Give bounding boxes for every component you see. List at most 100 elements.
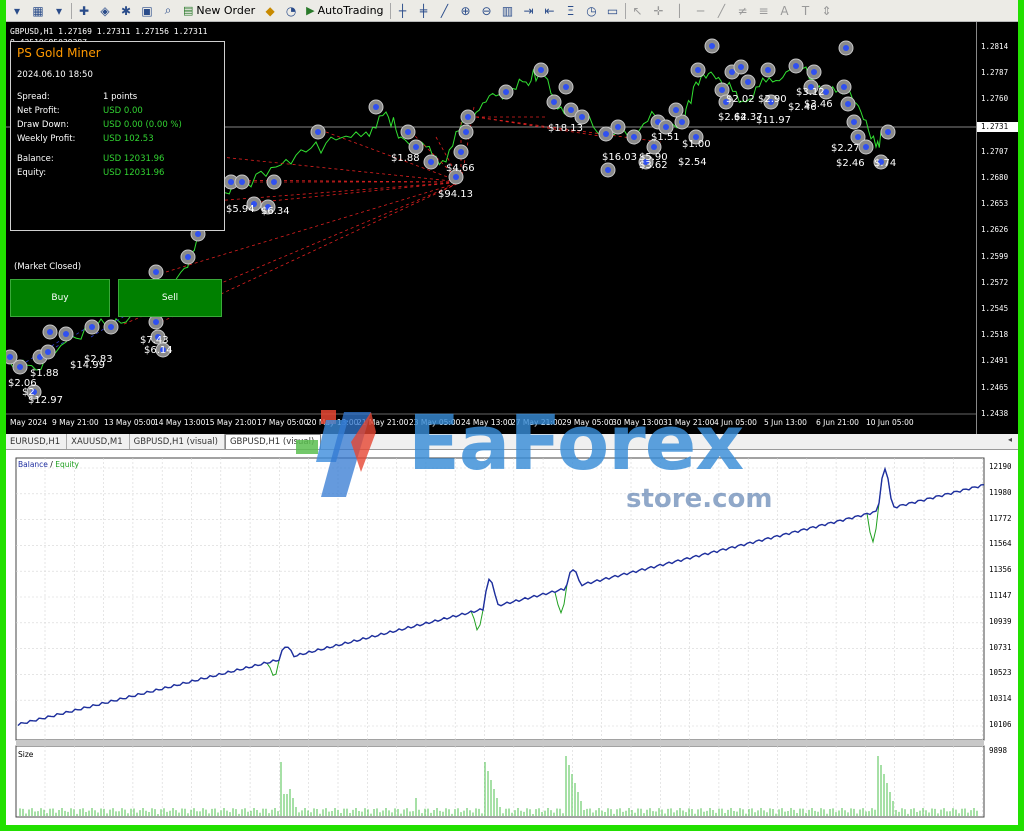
trade-marker-icon[interactable] — [58, 326, 74, 342]
trade-marker-icon[interactable] — [858, 139, 874, 155]
price-label: 1.2491 — [981, 356, 1009, 366]
trade-marker-icon[interactable] — [626, 129, 642, 145]
trade-marker-icon[interactable] — [574, 109, 590, 125]
tab-gbpusd-visual-2[interactable]: GBPUSD,H1 (visual) — [224, 434, 322, 449]
terminal-window: ▾ ▦ ▾ ✚ ◈ ✱ ▣ ⌕ ▤ New Order ◆ ◔ ▶ AutoTr… — [6, 0, 1018, 825]
trade-marker-icon[interactable] — [668, 102, 684, 118]
graph-y-label: 10939 — [989, 616, 1012, 626]
arrows-tool-icon[interactable]: ⇕ — [818, 2, 836, 20]
navigator-icon[interactable]: ✱ — [117, 2, 135, 20]
symbol-ohlc: GBPUSD,H1 1.27169 1.27311 1.27156 1.2731… — [10, 27, 208, 36]
trade-marker-icon[interactable] — [740, 74, 756, 90]
toolbar: ▾ ▦ ▾ ✚ ◈ ✱ ▣ ⌕ ▤ New Order ◆ ◔ ▶ AutoTr… — [6, 0, 1018, 22]
signals-icon[interactable]: ◔ — [282, 2, 300, 20]
market-watch-icon[interactable]: ✚ — [75, 2, 93, 20]
profit-label: $6.14 — [144, 345, 173, 356]
price-chart[interactable]: GBPUSD,H1 1.27169 1.27311 1.27156 1.2731… — [6, 22, 1018, 434]
trade-marker-icon[interactable] — [103, 319, 119, 335]
trade-marker-icon[interactable] — [453, 144, 469, 160]
trade-marker-icon[interactable] — [558, 79, 574, 95]
line-chart-icon[interactable]: ╱ — [436, 2, 454, 20]
data-window-icon[interactable]: ◈ — [96, 2, 114, 20]
trendline-icon[interactable]: ╱ — [713, 2, 731, 20]
tab-eurusd[interactable]: EURUSD,H1 — [6, 434, 68, 449]
price-label: 1.2465 — [981, 382, 1009, 392]
trade-marker-icon[interactable] — [690, 62, 706, 78]
trade-marker-icon[interactable] — [760, 62, 776, 78]
trade-marker-icon[interactable] — [266, 174, 282, 190]
vertical-line-icon[interactable]: │ — [671, 2, 689, 20]
trade-marker-icon[interactable] — [42, 324, 58, 340]
trade-marker-icon[interactable] — [460, 109, 476, 125]
trade-marker-icon[interactable] — [846, 114, 862, 130]
new-chart-icon[interactable]: ▦ — [29, 2, 47, 20]
price-label: 1.2626 — [981, 225, 1009, 235]
trade-marker-icon[interactable] — [84, 319, 100, 335]
text-tool-icon[interactable]: A — [776, 2, 794, 20]
trade-marker-icon[interactable] — [148, 264, 164, 280]
candlestick-icon[interactable]: ╪ — [415, 2, 433, 20]
channel-icon[interactable]: ≠ — [734, 2, 752, 20]
horizontal-line-icon[interactable]: ─ — [692, 2, 710, 20]
trade-marker-icon[interactable] — [498, 84, 514, 100]
trade-marker-icon[interactable] — [533, 62, 549, 78]
trade-marker-icon[interactable] — [806, 64, 822, 80]
terminal-icon[interactable]: ▣ — [138, 2, 156, 20]
bar-chart-icon[interactable]: ┼ — [394, 2, 412, 20]
fibonacci-icon[interactable]: ≡ — [755, 2, 773, 20]
trade-marker-icon[interactable] — [704, 38, 720, 54]
trade-marker-icon[interactable] — [838, 40, 854, 56]
tester-icon[interactable]: ⌕ — [159, 2, 177, 20]
trade-marker-icon[interactable] — [368, 99, 384, 115]
auto-trading-button[interactable]: ▶ AutoTrading — [303, 4, 386, 17]
arrow-down-icon[interactable]: ▾ — [8, 2, 26, 20]
templates-icon[interactable]: ▭ — [604, 2, 622, 20]
time-label: 20 May 13:00 — [307, 418, 359, 427]
tile-windows-icon[interactable]: ▥ — [499, 2, 517, 20]
time-label: 23 May 05:00 — [409, 418, 461, 427]
profit-label: $16.03 — [602, 152, 637, 163]
profiles-icon[interactable]: ▾ — [50, 2, 68, 20]
cursor-icon[interactable]: ↖ — [629, 2, 647, 20]
profit-label: $.74 — [874, 158, 897, 169]
profit-label: $2.02 — [726, 94, 755, 105]
periodicity-icon[interactable]: ◷ — [583, 2, 601, 20]
trade-marker-icon[interactable] — [458, 124, 474, 140]
metaeditor-icon[interactable]: ◆ — [261, 2, 279, 20]
new-order-button[interactable]: ▤ New Order — [180, 4, 258, 17]
tab-xauusd[interactable]: XAUUSD,M1 — [67, 434, 130, 449]
trade-marker-icon[interactable] — [310, 124, 326, 140]
trade-marker-icon[interactable] — [600, 162, 616, 178]
trade-marker-icon[interactable] — [180, 249, 196, 265]
trade-marker-icon[interactable] — [840, 96, 856, 112]
trade-marker-icon[interactable] — [836, 79, 852, 95]
time-label: 24 May 13:00 — [461, 418, 513, 427]
trade-marker-icon[interactable] — [788, 58, 804, 74]
trade-marker-icon[interactable] — [610, 119, 626, 135]
trade-marker-icon[interactable] — [40, 344, 56, 360]
trade-marker-icon[interactable] — [423, 154, 439, 170]
buy-button[interactable]: Buy — [10, 279, 110, 317]
profit-label: $11.97 — [756, 115, 791, 126]
trade-marker-icon[interactable] — [234, 174, 250, 190]
trade-marker-icon[interactable] — [148, 314, 164, 330]
sell-button[interactable]: Sell — [118, 279, 222, 317]
crosshair-icon[interactable]: ✛ — [650, 2, 668, 20]
ea-info-panel: PS Gold Miner 2024.06.10 18:50 Spread: 1… — [10, 41, 225, 231]
trade-marker-icon[interactable] — [400, 124, 416, 140]
indicators-icon[interactable]: Ξ — [562, 2, 580, 20]
trade-marker-icon[interactable] — [546, 94, 562, 110]
trade-marker-icon[interactable] — [12, 359, 28, 375]
graph-y-label: 10523 — [989, 668, 1012, 678]
zoom-out-icon[interactable]: ⊖ — [478, 2, 496, 20]
trade-marker-icon[interactable] — [880, 124, 896, 140]
label-tool-icon[interactable]: T — [797, 2, 815, 20]
tab-gbpusd-visual-1[interactable]: GBPUSD,H1 (visual) — [130, 434, 225, 449]
zoom-in-icon[interactable]: ⊕ — [457, 2, 475, 20]
trade-marker-icon[interactable] — [733, 59, 749, 75]
autoscroll-icon[interactable]: ⇤ — [541, 2, 559, 20]
trade-marker-icon[interactable] — [408, 139, 424, 155]
chart-shift-icon[interactable]: ⇥ — [520, 2, 538, 20]
graph-y-label: 12190 — [989, 462, 1012, 471]
tab-scroll-arrow-icon[interactable]: ◂ — [1008, 435, 1012, 444]
